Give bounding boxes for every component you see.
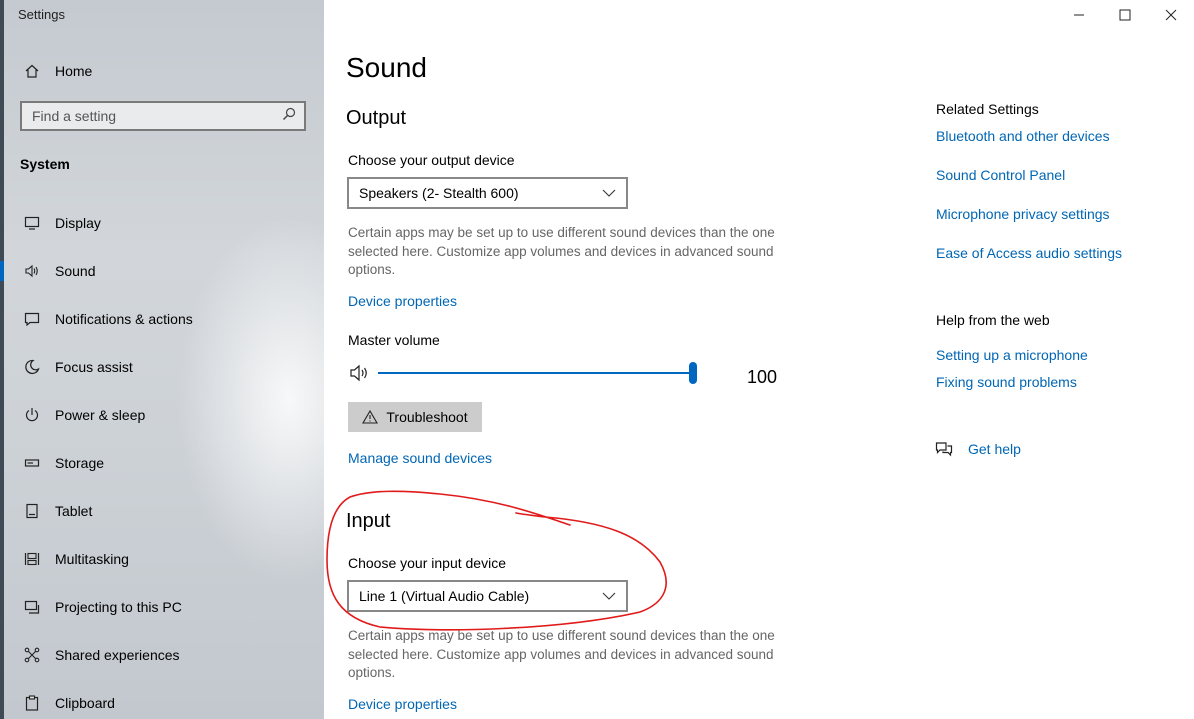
output-device-label: Choose your output device (348, 152, 515, 168)
chevron-down-icon (602, 189, 616, 197)
volume-value: 100 (747, 367, 778, 387)
speaker-icon[interactable] (348, 363, 372, 383)
speaker-icon (22, 261, 42, 281)
minimize-button[interactable] (1056, 0, 1102, 30)
sidebar-item-storage[interactable]: Storage (22, 452, 104, 474)
input-device-select[interactable]: Line 1 (Virtual Audio Cable) (347, 580, 628, 612)
sidebar-item-clipboard[interactable]: Clipboard (22, 692, 115, 714)
output-device-value: Speakers (2- Stealth 600) (359, 185, 519, 201)
storage-icon (22, 453, 42, 473)
sound-control-panel-link[interactable]: Sound Control Panel (936, 167, 1065, 183)
page-title: Sound (346, 52, 427, 83)
sidebar-item-power-sleep[interactable]: Power & sleep (22, 404, 145, 426)
setting-up-microphone-link[interactable]: Setting up a microphone (936, 347, 1088, 363)
display-icon (22, 213, 42, 233)
output-device-select[interactable]: Speakers (2- Stealth 600) (347, 177, 628, 209)
sidebar-item-focus-assist[interactable]: Focus assist (22, 356, 133, 378)
input-description: Certain apps may be set up to use differ… (348, 628, 775, 680)
get-help-link[interactable]: Get help (968, 441, 1021, 457)
clipboard-icon (22, 693, 42, 713)
sidebar-item-multitasking[interactable]: Multitasking (22, 548, 129, 570)
volume-track (378, 372, 693, 374)
maximize-button[interactable] (1102, 0, 1148, 30)
input-device-value: Line 1 (Virtual Audio Cable) (359, 588, 530, 604)
maximize-icon (1119, 9, 1131, 21)
ease-of-access-audio-link[interactable]: Ease of Access audio settings (936, 245, 1122, 261)
chevron-down-icon (602, 592, 616, 600)
input-device-label: Choose your input device (348, 555, 506, 571)
sidebar-item-sound[interactable]: Sound (22, 260, 95, 282)
sidebar: Settings Home System Display Sound Notif… (0, 0, 324, 719)
warning-icon (362, 410, 379, 424)
bluetooth-devices-link[interactable]: Bluetooth and other devices (936, 128, 1110, 144)
sidebar-item-tablet[interactable]: Tablet (22, 500, 92, 522)
sidebar-item-label: Display (55, 215, 101, 231)
sidebar-item-display[interactable]: Display (22, 212, 101, 234)
sidebar-item-shared-experiences[interactable]: Shared experiences (22, 644, 180, 666)
microphone-privacy-link[interactable]: Microphone privacy settings (936, 206, 1110, 222)
sidebar-item-notifications[interactable]: Notifications & actions (22, 308, 193, 330)
get-help-icon[interactable] (935, 441, 953, 457)
output-description: Certain apps may be set up to use differ… (348, 225, 775, 277)
sidebar-item-label: Projecting to this PC (55, 599, 182, 615)
moon-icon (22, 357, 42, 377)
shared-icon (22, 645, 42, 665)
sidebar-item-label: Clipboard (55, 695, 115, 711)
section-title: System (20, 156, 70, 172)
output-device-properties-link[interactable]: Device properties (348, 293, 457, 309)
troubleshoot-label: Troubleshoot (386, 409, 468, 425)
sidebar-item-label: Sound (55, 263, 96, 279)
close-icon (1165, 9, 1177, 21)
sidebar-item-label: Multitasking (55, 551, 129, 567)
input-heading: Input (346, 510, 391, 532)
related-settings-title: Related Settings (936, 101, 1039, 117)
sidebar-item-label: Power & sleep (55, 407, 146, 423)
sidebar-item-label: Notifications & actions (55, 311, 193, 327)
search-input[interactable] (30, 107, 282, 125)
sidebar-item-label: Storage (55, 455, 105, 471)
help-from-web-title: Help from the web (936, 312, 1050, 328)
troubleshoot-button[interactable]: Troubleshoot (348, 402, 482, 432)
sidebar-item-label: Shared experiences (55, 647, 180, 663)
input-device-properties-link[interactable]: Device properties (348, 696, 457, 712)
sidebar-item-label: Tablet (55, 503, 93, 519)
manage-sound-devices-link[interactable]: Manage sound devices (348, 450, 492, 466)
selected-indicator (0, 261, 4, 281)
master-volume-label: Master volume (348, 332, 440, 348)
fixing-sound-problems-link[interactable]: Fixing sound problems (936, 374, 1077, 390)
output-heading: Output (346, 107, 407, 129)
projecting-icon (22, 597, 42, 617)
power-icon (22, 405, 42, 425)
volume-thumb[interactable] (689, 362, 697, 384)
window-controls (1056, 0, 1194, 30)
home-icon (22, 61, 42, 81)
tablet-icon (22, 501, 42, 521)
search-box[interactable] (20, 101, 306, 131)
sidebar-item-projecting[interactable]: Projecting to this PC (22, 596, 182, 618)
notifications-icon (22, 309, 42, 329)
master-volume-slider[interactable] (348, 362, 708, 384)
window-title: Settings (18, 7, 65, 22)
sidebar-item-label: Focus assist (55, 359, 133, 375)
search-icon[interactable] (282, 107, 296, 126)
close-button[interactable] (1148, 0, 1194, 30)
multitasking-icon (22, 549, 42, 569)
nav-home[interactable]: Home (22, 60, 92, 82)
minimize-icon (1074, 14, 1084, 16)
nav-home-label: Home (55, 63, 93, 79)
